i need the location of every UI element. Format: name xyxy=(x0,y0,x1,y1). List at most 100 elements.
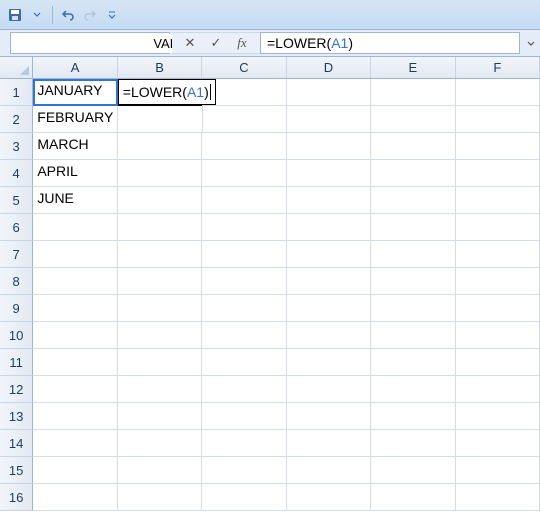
cell-D8[interactable] xyxy=(287,268,371,295)
row-header[interactable]: 1 xyxy=(0,79,33,106)
row-header[interactable]: 3 xyxy=(0,133,33,160)
cell-F9[interactable] xyxy=(456,295,540,322)
row-header[interactable]: 15 xyxy=(0,457,33,484)
cell-F13[interactable] xyxy=(456,403,540,430)
cell-A10[interactable] xyxy=(33,322,117,349)
cell-F14[interactable] xyxy=(456,430,540,457)
cell-B16[interactable] xyxy=(118,484,202,511)
cell-E5[interactable] xyxy=(371,187,455,214)
cell-D7[interactable] xyxy=(287,241,371,268)
cell-B9[interactable] xyxy=(118,295,202,322)
cell-F10[interactable] xyxy=(456,322,540,349)
cell-B13[interactable] xyxy=(118,403,202,430)
cell-F3[interactable] xyxy=(456,133,540,160)
cell-E9[interactable] xyxy=(371,295,455,322)
cell-A9[interactable] xyxy=(33,295,117,322)
cell-C10[interactable] xyxy=(202,322,286,349)
cell-A16[interactable] xyxy=(33,484,117,511)
cell-E4[interactable] xyxy=(371,160,455,187)
cell-B5[interactable] xyxy=(118,187,202,214)
select-all-corner[interactable] xyxy=(0,57,33,78)
cell-B2[interactable] xyxy=(118,106,202,133)
cell-B14[interactable] xyxy=(118,430,202,457)
cell-B11[interactable] xyxy=(118,349,202,376)
cell-C15[interactable] xyxy=(202,457,286,484)
cell-C2[interactable] xyxy=(203,106,287,133)
row-header[interactable]: 2 xyxy=(0,106,33,133)
cell-D1[interactable] xyxy=(287,79,371,106)
undo-icon[interactable] xyxy=(59,6,77,24)
row-header[interactable]: 11 xyxy=(0,349,33,376)
cell-F12[interactable] xyxy=(456,376,540,403)
row-header[interactable]: 14 xyxy=(0,430,33,457)
cell-F4[interactable] xyxy=(456,160,540,187)
cell-A7[interactable] xyxy=(33,241,117,268)
cell-A15[interactable] xyxy=(33,457,117,484)
cell-D10[interactable] xyxy=(287,322,371,349)
expand-formula-bar-icon[interactable] xyxy=(522,30,540,56)
cell-E12[interactable] xyxy=(371,376,455,403)
cell-B15[interactable] xyxy=(118,457,202,484)
row-header[interactable]: 4 xyxy=(0,160,33,187)
qat-dropdown-icon[interactable] xyxy=(28,6,46,24)
cell-D11[interactable] xyxy=(287,349,371,376)
cell-B12[interactable] xyxy=(118,376,202,403)
cell-C14[interactable] xyxy=(202,430,286,457)
cell-A13[interactable] xyxy=(33,403,117,430)
cell-E6[interactable] xyxy=(371,214,455,241)
cell-E7[interactable] xyxy=(371,241,455,268)
cell-D4[interactable] xyxy=(287,160,371,187)
cell-D5[interactable] xyxy=(287,187,371,214)
cell-E14[interactable] xyxy=(371,430,455,457)
cell-C12[interactable] xyxy=(202,376,286,403)
cell-F6[interactable] xyxy=(456,214,540,241)
cell-F16[interactable] xyxy=(456,484,540,511)
cell-A14[interactable] xyxy=(33,430,117,457)
cell-D2[interactable] xyxy=(287,106,371,133)
cell-E11[interactable] xyxy=(371,349,455,376)
cell-E10[interactable] xyxy=(371,322,455,349)
redo-icon[interactable] xyxy=(81,6,99,24)
cell-A11[interactable] xyxy=(33,349,117,376)
cell-E3[interactable] xyxy=(371,133,455,160)
cell-A4[interactable]: APRIL xyxy=(33,160,117,187)
row-header[interactable]: 16 xyxy=(0,484,33,511)
save-icon[interactable] xyxy=(6,6,24,24)
row-header[interactable]: 13 xyxy=(0,403,33,430)
cell-D9[interactable] xyxy=(287,295,371,322)
cell-F2[interactable] xyxy=(456,106,540,133)
cell-editor[interactable]: =LOWER(A1) xyxy=(118,79,216,105)
cell-A12[interactable] xyxy=(33,376,117,403)
cell-A8[interactable] xyxy=(33,268,117,295)
cell-C13[interactable] xyxy=(202,403,286,430)
cell-E1[interactable] xyxy=(371,79,455,106)
cell-F5[interactable] xyxy=(456,187,540,214)
cell-A3[interactable]: MARCH xyxy=(33,133,117,160)
cell-D16[interactable] xyxy=(287,484,371,511)
row-header[interactable]: 10 xyxy=(0,322,33,349)
cell-C4[interactable] xyxy=(202,160,286,187)
column-header[interactable]: B xyxy=(118,57,202,78)
row-header[interactable]: 9 xyxy=(0,295,33,322)
cell-D6[interactable] xyxy=(287,214,371,241)
row-header[interactable]: 12 xyxy=(0,376,33,403)
insert-function-icon[interactable]: fx xyxy=(232,33,252,53)
cell-E16[interactable] xyxy=(371,484,455,511)
cell-C11[interactable] xyxy=(202,349,286,376)
column-header[interactable]: E xyxy=(371,57,455,78)
cell-B1[interactable]: =LOWER(A1) xyxy=(118,79,202,106)
qat-more-icon[interactable] xyxy=(103,6,121,24)
cell-B4[interactable] xyxy=(118,160,202,187)
cell-B7[interactable] xyxy=(118,241,202,268)
cell-D13[interactable] xyxy=(287,403,371,430)
cell-C7[interactable] xyxy=(202,241,286,268)
cell-A5[interactable]: JUNE xyxy=(33,187,117,214)
cell-D12[interactable] xyxy=(287,376,371,403)
cell-C16[interactable] xyxy=(202,484,286,511)
row-header[interactable]: 7 xyxy=(0,241,33,268)
row-header[interactable]: 8 xyxy=(0,268,33,295)
column-header[interactable]: C xyxy=(202,57,286,78)
cancel-icon[interactable]: ✕ xyxy=(180,33,200,53)
cell-C6[interactable] xyxy=(202,214,286,241)
column-header[interactable]: D xyxy=(287,57,371,78)
